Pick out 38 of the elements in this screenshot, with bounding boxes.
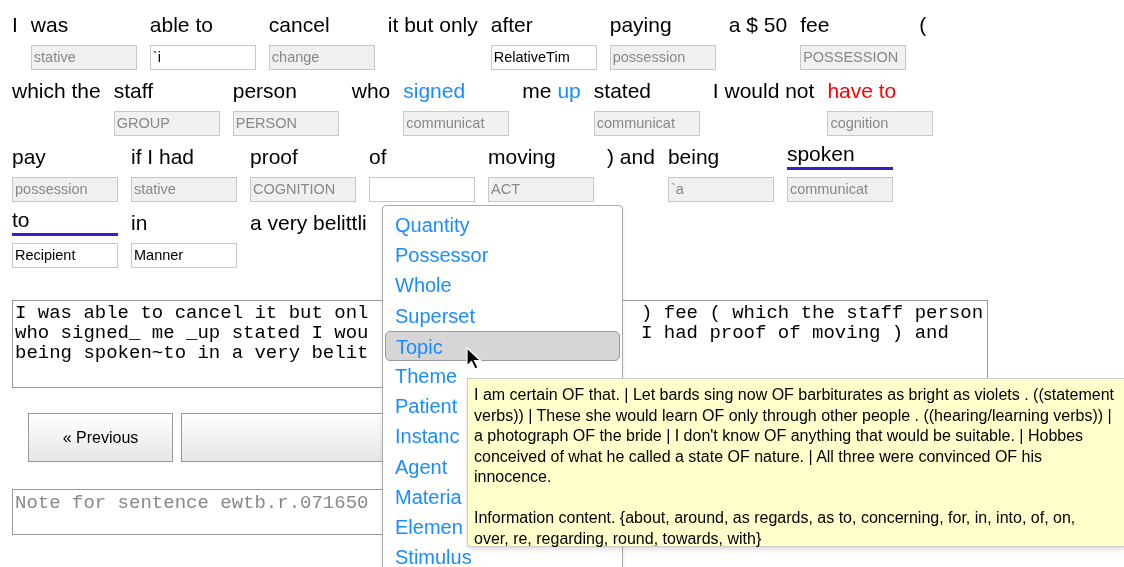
sentence-word: a very belittli bbox=[250, 210, 367, 236]
sentence-word: fee bbox=[800, 12, 830, 38]
sentence-word: signed bbox=[403, 78, 466, 104]
sentence-word: in bbox=[131, 210, 148, 236]
sentence-word: up bbox=[557, 78, 581, 104]
sentence-word: if I had bbox=[131, 144, 195, 170]
sentence-word: have to bbox=[827, 78, 897, 104]
sentence-word: stated bbox=[593, 78, 651, 104]
sentence-word: pay bbox=[12, 144, 46, 170]
tooltip-text: I am certain OF that. | Let bards sing now OF barbiturates as bright as violets . ((statement verbs)) | These she would learn OF only through other people . ((hearing/learning verbs)) | a photograph OF the bride | I don't know OF anything that would be suitable. | Hobbes conceived of what he called a state OF nature. | All three were convinced OF his innocence. bbox=[474, 385, 1115, 488]
sentence-word: which the bbox=[12, 78, 101, 104]
sentence-word: a $ 50 bbox=[728, 12, 788, 38]
sentence-word: cancel bbox=[268, 12, 330, 38]
sentence-word: able to bbox=[149, 12, 213, 38]
sentence-word: ( bbox=[919, 12, 927, 38]
sentence-word: it but only bbox=[387, 12, 478, 38]
text-line: being spoken~to in a very belit bbox=[15, 342, 369, 364]
sentence-word: of bbox=[369, 144, 387, 170]
sentence-word: to bbox=[12, 207, 118, 236]
text-line: I had proof of moving ) and bbox=[641, 323, 949, 343]
sentence-word: after bbox=[490, 12, 533, 38]
sentence-word: staff bbox=[113, 78, 154, 104]
sentence-word: I would not bbox=[712, 78, 815, 104]
sentence-word: being bbox=[667, 144, 720, 170]
sentence-word: moving bbox=[488, 144, 556, 170]
text-line: ) fee ( which the staff person bbox=[641, 303, 984, 323]
sentence-word: was bbox=[30, 12, 69, 38]
sentence-word: me bbox=[522, 78, 552, 104]
sentence-word: spoken bbox=[786, 141, 893, 170]
sentence-word: ) and bbox=[607, 144, 655, 170]
sentence-word: proof bbox=[250, 144, 298, 170]
text-line: I was able to cancel it but onl bbox=[15, 302, 369, 324]
sentence-word: person bbox=[232, 78, 297, 104]
sentence-word: paying bbox=[609, 12, 672, 38]
tooltip-text: Information content. {about, around, as regards, as to, concerning, for, in, into, of, on, over, re, regarding, round, towards, with} bbox=[474, 507, 1077, 549]
sentence-word: I bbox=[12, 12, 18, 38]
text-line: who signed_ me _up stated I wou bbox=[15, 322, 369, 344]
sentence-word: who bbox=[351, 78, 391, 104]
